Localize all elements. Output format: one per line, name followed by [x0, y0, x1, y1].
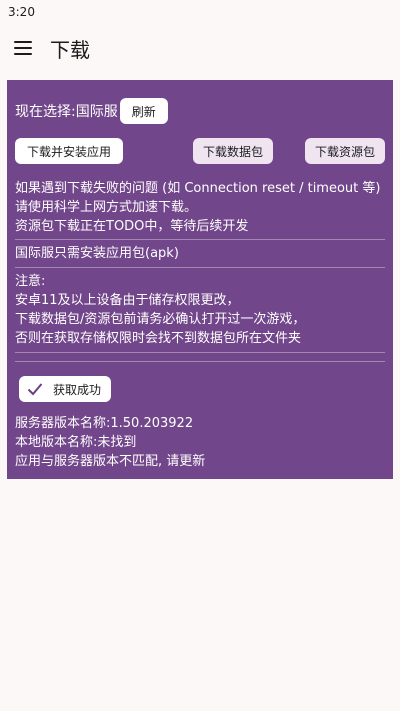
- permission-label: 获取成功: [53, 382, 102, 397]
- permission-status-button[interactable]: 获取成功: [19, 376, 112, 402]
- page-title: 下载: [50, 37, 90, 62]
- check-icon: [27, 383, 43, 396]
- notice-line: 下载数据包/资源包前请务必确认打开过一次游戏，: [15, 312, 306, 327]
- notice-line: 否则在获取存储权限时会找不到数据包所在文件夹: [15, 331, 302, 346]
- download-data-button[interactable]: 下载数据包: [192, 138, 273, 164]
- app-bar: 下载: [0, 24, 400, 72]
- version-mismatch: 应用与服务器版本不匹配, 请更新: [15, 454, 206, 469]
- version-info: 服务器版本名称:1.50.203922 本地版本名称:未找到 应用与服务器版本不…: [15, 414, 385, 471]
- local-version: 本地版本名称:未找到: [15, 435, 137, 450]
- download-panel: 现在选择:国际服 刷新 下载并安装应用 下载数据包 下载资源包 如果遇到下载失败…: [7, 80, 393, 479]
- status-bar: 3:20: [0, 0, 400, 24]
- download-resources-button[interactable]: 下载资源包: [304, 138, 385, 164]
- region-row: 现在选择:国际服 刷新: [15, 96, 385, 126]
- info-line: 如果遇到下载失败的问题 (如 Connection reset / timeou…: [15, 181, 381, 196]
- divider: [15, 352, 385, 353]
- status-time: 3:20: [8, 5, 35, 19]
- info-line: 资源包下载正在TODO中，等待后续开发: [15, 219, 249, 234]
- menu-icon[interactable]: [14, 41, 32, 55]
- notice-block: 注意: 安卓11及以上设备由于储存权限更改， 下载数据包/资源包前请务必确认打开…: [15, 268, 385, 352]
- global-note: 国际服只需安装应用包(apk): [15, 246, 179, 261]
- server-version: 服务器版本名称:1.50.203922: [15, 416, 194, 431]
- notice-title: 注意:: [15, 274, 46, 289]
- install-app-button[interactable]: 下载并安装应用: [15, 138, 124, 164]
- action-buttons: 下载并安装应用 下载数据包 下载资源包: [15, 138, 385, 164]
- refresh-button[interactable]: 刷新: [119, 98, 168, 124]
- region-label: 现在选择:国际服: [15, 104, 118, 120]
- divider: [15, 361, 385, 362]
- notice-line: 安卓11及以上设备由于储存权限更改，: [15, 293, 240, 308]
- download-info: 如果遇到下载失败的问题 (如 Connection reset / timeou…: [15, 179, 385, 239]
- info-line: 请使用科学上网方式加速下载。: [15, 200, 198, 215]
